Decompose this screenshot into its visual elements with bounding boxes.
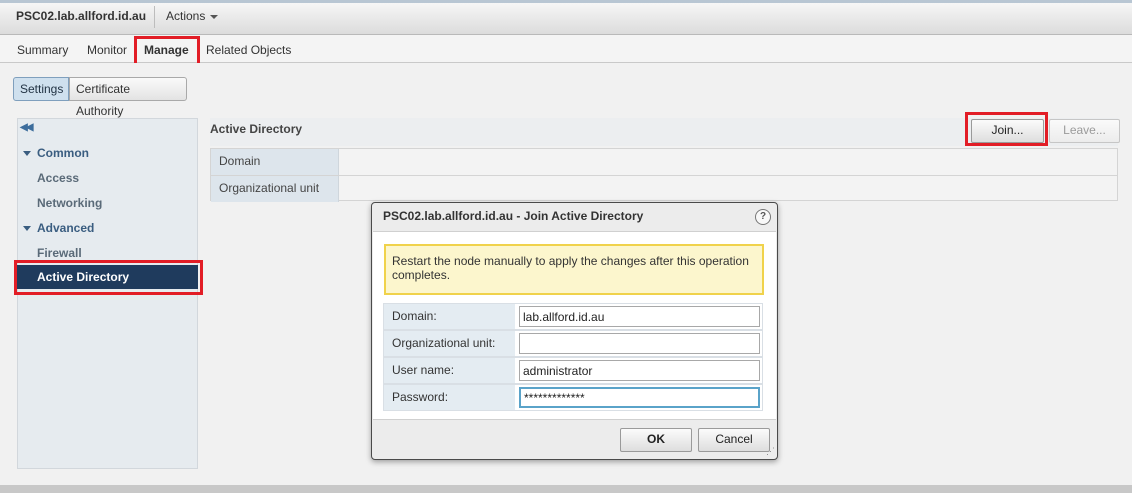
settings-toggle-button[interactable]: Settings — [13, 77, 69, 101]
cancel-button[interactable]: Cancel — [698, 428, 770, 452]
certificate-authority-toggle-button[interactable]: Certificate Authority — [69, 77, 187, 118]
ou-label: Organizational unit: — [384, 331, 515, 356]
ad-properties-table: Domain Organizational unit — [210, 148, 1118, 202]
nav-item-label: Active Directory — [37, 270, 130, 284]
tab-manage[interactable]: Manage — [144, 43, 189, 57]
leave-button[interactable]: Leave... — [1049, 119, 1120, 143]
tab-related-objects[interactable]: Related Objects — [206, 43, 291, 57]
table-row: Domain — [211, 149, 1117, 175]
panel-title: Active Directory — [210, 122, 303, 136]
ou-input[interactable] — [519, 333, 760, 354]
expand-triangle-icon — [23, 226, 31, 232]
nav-group-label: Common — [37, 146, 89, 160]
join-ad-dialog: PSC02.lab.allford.id.au - Join Active Di… — [371, 202, 778, 460]
tab-bar: Summary Monitor Manage Related Objects — [0, 35, 1132, 63]
nav-item-networking[interactable]: Networking — [37, 196, 102, 210]
nav-item-firewall[interactable]: Firewall — [37, 246, 82, 260]
dialog-title: PSC02.lab.allford.id.au - Join Active Di… — [383, 209, 644, 223]
tab-monitor[interactable]: Monitor — [87, 43, 127, 57]
dialog-footer: OK Cancel — [372, 419, 777, 459]
username-input[interactable] — [519, 360, 760, 381]
username-row: User name: — [383, 357, 763, 384]
nav-group-advanced[interactable]: Advanced — [23, 221, 94, 235]
row-label: Domain — [211, 149, 339, 175]
help-icon[interactable]: ? — [755, 209, 771, 225]
password-input[interactable] — [519, 387, 760, 408]
bottom-scrollbar[interactable] — [0, 485, 1132, 493]
object-title: PSC02.lab.allford.id.au — [16, 9, 147, 23]
table-row: Organizational unit — [211, 175, 1117, 202]
actions-menu[interactable]: Actions — [166, 9, 219, 23]
tab-summary[interactable]: Summary — [17, 43, 68, 57]
chevron-down-icon — [210, 14, 219, 19]
ok-button[interactable]: OK — [620, 428, 692, 452]
domain-label: Domain: — [384, 304, 515, 329]
nav-item-access[interactable]: Access — [37, 171, 79, 185]
row-label: Organizational unit — [211, 176, 339, 202]
title-divider — [154, 6, 155, 28]
password-row: Password: — [383, 384, 763, 411]
nav-item-active-directory[interactable]: Active Directory — [17, 265, 198, 289]
password-label: Password: — [384, 385, 515, 410]
username-label: User name: — [384, 358, 515, 383]
restart-warning: Restart the node manually to apply the c… — [384, 244, 764, 295]
dialog-body: Restart the node manually to apply the c… — [373, 231, 776, 420]
domain-row: Domain: — [383, 303, 763, 330]
join-button[interactable]: Join... — [971, 119, 1044, 143]
expand-triangle-icon — [23, 151, 31, 157]
ou-row: Organizational unit: — [383, 330, 763, 357]
nav-group-label: Advanced — [37, 221, 95, 235]
actions-label: Actions — [166, 9, 206, 23]
domain-input[interactable] — [519, 306, 760, 327]
nav-group-common[interactable]: Common — [23, 146, 89, 160]
resize-grip-icon[interactable]: ⋰ — [766, 446, 775, 457]
collapse-icon[interactable]: ◀◀ — [20, 122, 33, 133]
